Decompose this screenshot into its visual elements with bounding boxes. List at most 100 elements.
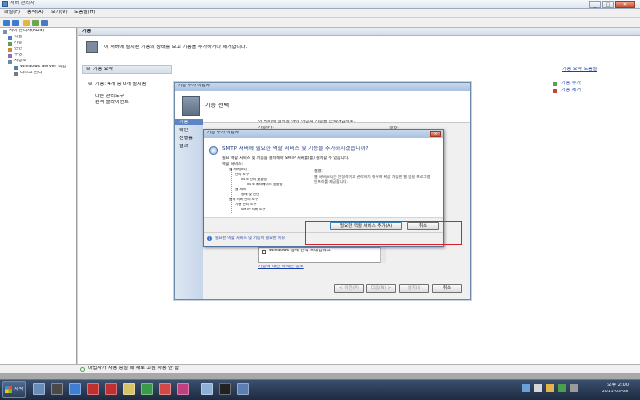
tree-item-features[interactable]: 기능 bbox=[14, 41, 22, 46]
window-title: 서버 관리자 bbox=[10, 1, 35, 6]
task-monitor-icon[interactable] bbox=[237, 383, 249, 395]
wizard-cancel-button[interactable]: 취소 bbox=[432, 284, 462, 293]
start-label: 시작 bbox=[14, 387, 24, 392]
tray-network-icon[interactable] bbox=[522, 384, 530, 392]
wizard-step-progress: 진행률 bbox=[179, 136, 193, 141]
menu-file[interactable]: 파일(F) bbox=[4, 10, 20, 16]
task-toolbox-icon[interactable] bbox=[87, 383, 99, 395]
link-features-help[interactable]: 기능 요약 도움말 bbox=[562, 67, 597, 73]
dialog-title: 기능 추가 마법사 bbox=[207, 131, 239, 135]
windows-logo-icon bbox=[5, 386, 12, 393]
tree-node-1: 관리 도구 bbox=[235, 173, 249, 176]
menu-help[interactable]: 도움말(H) bbox=[74, 10, 95, 16]
start-button[interactable]: 시작 bbox=[2, 381, 26, 398]
menu-view[interactable]: 보기(V) bbox=[51, 10, 68, 16]
help-icon[interactable] bbox=[41, 20, 48, 26]
add-features-icon bbox=[553, 82, 557, 86]
server-icon bbox=[3, 30, 7, 34]
toolbar bbox=[0, 18, 640, 28]
link-remove-features[interactable]: 기능 제거 bbox=[561, 88, 581, 94]
wizard-titlebar: 기능 추가 마법사 bbox=[175, 83, 470, 91]
tray-speaker-icon[interactable] bbox=[534, 384, 542, 392]
tree-item-roles[interactable]: 역할 bbox=[14, 35, 22, 40]
tray-security-icon[interactable] bbox=[558, 384, 566, 392]
tree-item-backup[interactable]: Windows Server 백업 bbox=[20, 65, 66, 70]
question-icon bbox=[209, 146, 218, 155]
refresh-status-icon bbox=[80, 367, 85, 372]
tray-device-icon[interactable] bbox=[570, 384, 578, 392]
dialog-why-link[interactable]: 필요한 역할 서비스 및 기능이 필요한 이유 bbox=[215, 236, 285, 240]
tree-root[interactable]: 서버 관리자(RDS) bbox=[9, 29, 44, 34]
wizard-step-results: 결과 bbox=[179, 144, 189, 149]
maximize-button[interactable]: □ bbox=[602, 1, 614, 8]
task-explorer-icon[interactable] bbox=[69, 383, 81, 395]
dialog-desc-heading: 설명: bbox=[314, 169, 323, 173]
wizard-install-button[interactable]: 설치(I) bbox=[399, 284, 429, 293]
diagnostics-icon bbox=[8, 48, 12, 52]
folder-icon[interactable] bbox=[23, 20, 30, 26]
tree-guide bbox=[231, 169, 232, 213]
task-notepad-icon[interactable] bbox=[123, 383, 135, 395]
wizard-more-info-link[interactable]: 기능에 대한 자세한 정보 bbox=[258, 265, 304, 270]
summary-line: 기능: 4개 중 0개 설치됨 bbox=[95, 82, 147, 87]
task-spreadsheet-icon[interactable] bbox=[141, 383, 153, 395]
content-title: 기능 bbox=[82, 29, 92, 34]
tree-node-7: 기능 관리 도구 bbox=[235, 203, 257, 206]
close-button[interactable]: ✕ bbox=[615, 1, 635, 8]
wizard-step-confirm: 확인 bbox=[179, 128, 189, 133]
disk-icon bbox=[14, 72, 18, 76]
feature-checkbox[interactable] bbox=[262, 250, 266, 254]
tree-node-5: 상태 및 진단 bbox=[241, 193, 260, 196]
tree-node-6: 원격 서버 관리 도구 bbox=[229, 198, 259, 201]
task-cmd-icon[interactable] bbox=[51, 383, 63, 395]
wizard-header: 기능 선택 bbox=[175, 91, 470, 123]
tree-item-disk-management[interactable]: 디스크 관리 bbox=[20, 71, 42, 76]
refresh-icon[interactable] bbox=[32, 20, 39, 26]
task-archive-icon[interactable] bbox=[105, 383, 117, 395]
wizard-title: 기능 추가 마법사 bbox=[178, 84, 210, 88]
tree-node-0: 웹 서버(IIS) bbox=[229, 168, 247, 171]
task-server-manager-icon[interactable] bbox=[33, 383, 45, 395]
link-add-features[interactable]: 기능 추가 bbox=[561, 81, 581, 87]
features-list[interactable]: Windows 생체 인식 프레임워크 bbox=[258, 247, 386, 263]
wizard-step-features: 기능 bbox=[179, 120, 189, 125]
dialog-question: SMTP 서버에 필요한 역할 서비스 및 기능을 추가하시겠습니까? bbox=[222, 146, 369, 152]
menu-action[interactable]: 동작(A) bbox=[27, 10, 44, 16]
navigation-tree: 서버 관리자(RDS) 역할 기능 진단 구성 저장소 Windows Serv… bbox=[0, 28, 77, 364]
banner-text: 이 서버에 설치된 기능의 상태를 보고 기능을 추가하거나 제거합니다. bbox=[104, 45, 248, 50]
task-paint-icon[interactable] bbox=[177, 383, 189, 395]
dialog-detail: 필요 역할 서비스 및 기능을 설치해야 SMTP 서버를(를) 설치할 수 있… bbox=[222, 156, 350, 160]
server-manager-icon bbox=[2, 1, 8, 7]
features-summary-header[interactable]: ⊖ 기능 요약 bbox=[82, 65, 172, 74]
task-window-icon[interactable] bbox=[201, 383, 213, 395]
tree-node-8: SMTP 서버 도구 bbox=[241, 208, 266, 211]
wizard-icon bbox=[182, 96, 200, 116]
tree-item-storage[interactable]: 저장소 bbox=[14, 59, 26, 64]
clock-date[interactable]: 2011-03-08 bbox=[602, 390, 628, 395]
minimize-button[interactable]: _ bbox=[589, 1, 601, 8]
dialog-close-button[interactable]: ✕ bbox=[430, 131, 441, 137]
clock-time[interactable]: 오후 2:00 bbox=[607, 383, 629, 389]
info-icon: i bbox=[207, 236, 212, 241]
task-terminal-icon[interactable] bbox=[219, 383, 231, 395]
tree-node-2: IIS 6 관리 호환성 bbox=[241, 178, 267, 181]
dialog-titlebar: 기능 추가 마법사 ✕ bbox=[204, 130, 443, 138]
list-scrollbar[interactable] bbox=[380, 247, 386, 263]
wizard-next-button[interactable]: 다음(N) > bbox=[366, 284, 396, 293]
back-icon[interactable] bbox=[3, 20, 10, 26]
content-header: 기능 bbox=[78, 28, 640, 36]
task-tools-icon[interactable] bbox=[159, 383, 171, 395]
tree-item-configuration[interactable]: 구성 bbox=[14, 53, 22, 58]
tree-node-3: IIS 6 메타베이스 호환성 bbox=[247, 183, 283, 186]
menu-bar: 파일(F) 동작(A) 보기(V) 도움말(H) bbox=[0, 9, 640, 18]
wizard-heading: 기능 선택 bbox=[205, 103, 229, 109]
dialog-desc-text: 웹 서버(IIS)는 안정적이고 관리하기 쉬우며 확장 가능한 웹 응용 프로… bbox=[314, 175, 431, 184]
tree-item-diagnostics[interactable]: 진단 bbox=[14, 47, 22, 52]
collapse-icon-2[interactable]: ⊖ bbox=[88, 82, 92, 88]
tray-flag-icon[interactable] bbox=[546, 384, 554, 392]
summary-sub-2: 원격 클라이언트 bbox=[95, 100, 129, 105]
forward-icon[interactable] bbox=[12, 20, 19, 26]
backup-icon bbox=[14, 66, 18, 70]
window-titlebar: 서버 관리자 _ □ ✕ bbox=[0, 0, 640, 9]
wizard-back-button[interactable]: < 이전(P) bbox=[334, 284, 364, 293]
